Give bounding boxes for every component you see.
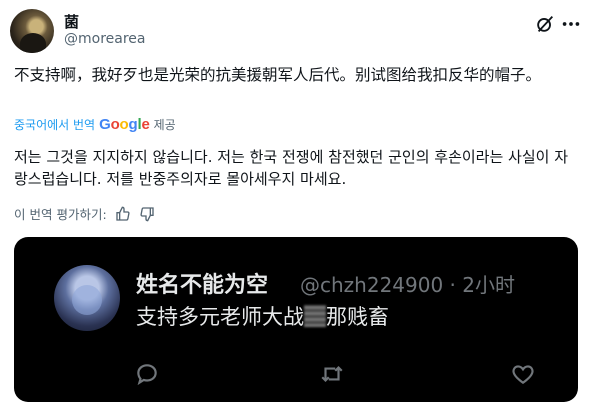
provided-label: 제공 (153, 118, 176, 132)
rate-label: 이 번역 평가하기: (14, 207, 107, 222)
translated-from-link[interactable]: 중국어에서 번역 (14, 116, 95, 133)
embedded-text: 支持多元老师大战 那贱畜 (136, 305, 389, 329)
more-icon[interactable] (560, 13, 582, 35)
embedded-screenshot[interactable]: 姓名不能为空 @chzh224900 · 2小时 支持多元老师大战 那贱畜 (14, 237, 578, 402)
rate-translation: 이 번역 평가하기: (14, 204, 155, 223)
heart-icon (512, 365, 534, 384)
thumbs-down-icon[interactable] (139, 206, 155, 222)
embedded-author-name: 姓名不能为空 (136, 273, 269, 298)
embedded-meta: @chzh224900 · 2小时 (300, 273, 515, 297)
post-translated-text: 저는 그것을 지지하지 않습니다. 저는 한국 전쟁에 참전했던 군인의 후손이… (14, 148, 569, 188)
censored-blur (304, 305, 326, 327)
retweet-icon (321, 365, 343, 383)
reply-icon (137, 364, 157, 386)
post-original-text: 不支持啊，我好歹也是光荣的抗美援朝军人后代。别试图给我扣反华的帽子。 (14, 66, 542, 84)
grok-icon[interactable] (534, 13, 556, 35)
translation-attribution: 중국어에서 번역 Google 제공 (14, 116, 176, 133)
embedded-avatar (54, 265, 120, 331)
thumbs-up-icon[interactable] (115, 206, 131, 222)
google-logo: Google (99, 116, 150, 133)
post-header: 菌 @morearea (10, 9, 582, 57)
author-name[interactable]: 菌 (64, 11, 79, 32)
author-handle[interactable]: @morearea (64, 31, 145, 47)
avatar[interactable] (10, 9, 54, 53)
